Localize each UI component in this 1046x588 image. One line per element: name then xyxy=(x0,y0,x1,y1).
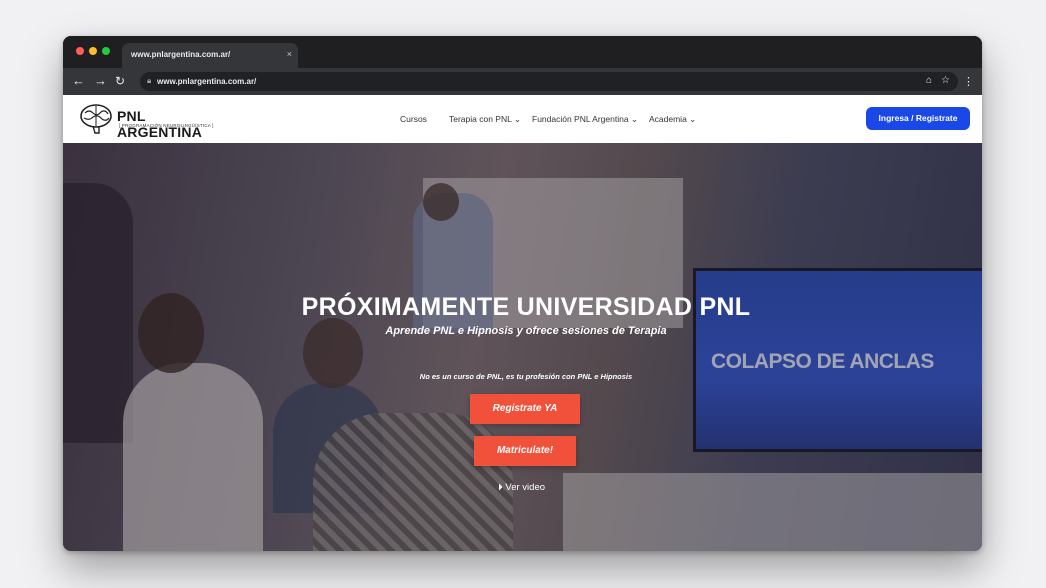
minimize-window-button[interactable] xyxy=(89,47,97,55)
browser-window: www.pnlargentina.com.ar/ × ← → ↻ 🔒︎ www.… xyxy=(63,36,982,551)
hero-subtitle: Aprende PNL e Hipnosis y ofrece sesiones… xyxy=(385,325,667,337)
play-circle-icon: ⏵︎ xyxy=(498,482,503,493)
hero-note: No es un curso de PNL, es tu profesión c… xyxy=(419,372,633,381)
forward-arrow-icon[interactable]: → xyxy=(94,73,107,89)
lock-icon: 🔒︎ xyxy=(147,76,152,85)
site-logo[interactable]: PNL ARGENTINA [ PROGRAMACIÓN NEUROLINGÜÍ… xyxy=(79,103,229,140)
watch-video-link[interactable]: ⏵︎ Ver video xyxy=(498,482,545,493)
enroll-button[interactable]: Matriculate! xyxy=(474,436,576,466)
login-register-button[interactable]: Ingresa / Registrate xyxy=(866,107,970,130)
back-arrow-icon[interactable]: ← xyxy=(72,73,85,89)
menu-dots-icon[interactable]: ⋮ xyxy=(963,75,974,88)
nav-item-cursos[interactable]: Cursos xyxy=(400,114,427,124)
nav-item-academia[interactable]: Academia ⌄ xyxy=(649,114,696,125)
maximize-window-button[interactable] xyxy=(102,47,110,55)
logo-tagline: [ PROGRAMACIÓN NEUROLINGÜÍSTICA ] xyxy=(119,123,214,128)
browser-tab[interactable]: www.pnlargentina.com.ar/ × xyxy=(122,43,298,68)
site-header: PNL ARGENTINA [ PROGRAMACIÓN NEUROLINGÜÍ… xyxy=(63,95,982,143)
hero-title: PRÓXIMAMENTE UNIVERSIDAD PNL xyxy=(301,293,751,321)
tab-title: www.pnlargentina.com.ar/ xyxy=(131,50,231,59)
nav-item-fundacion[interactable]: Fundación PNL Argentina ⌄ xyxy=(532,114,638,125)
hero-section: COLAPSO DE ANCLAS PRÓXIMAMENTE UNIVERSID… xyxy=(63,143,982,551)
url-text: www.pnlargentina.com.ar/ xyxy=(157,77,257,86)
close-window-button[interactable] xyxy=(76,47,84,55)
address-bar[interactable]: 🔒︎ www.pnlargentina.com.ar/ ⌂ ☆ xyxy=(140,72,958,91)
reload-icon[interactable]: ↻ xyxy=(115,73,125,89)
browser-toolbar: ← → ↻ 🔒︎ www.pnlargentina.com.ar/ ⌂ ☆ ⋮ xyxy=(63,68,982,95)
cast-icon[interactable]: ⌂ xyxy=(926,75,932,86)
tab-strip: www.pnlargentina.com.ar/ × xyxy=(63,36,982,68)
nav-item-terapia[interactable]: Terapia con PNL ⌄ xyxy=(449,114,521,125)
star-icon[interactable]: ☆ xyxy=(941,75,950,86)
watch-video-label: Ver video xyxy=(505,482,546,493)
brain-logo-icon xyxy=(80,104,112,134)
tab-close-icon[interactable]: × xyxy=(287,49,292,59)
register-now-button[interactable]: Registrate YA xyxy=(470,394,580,424)
